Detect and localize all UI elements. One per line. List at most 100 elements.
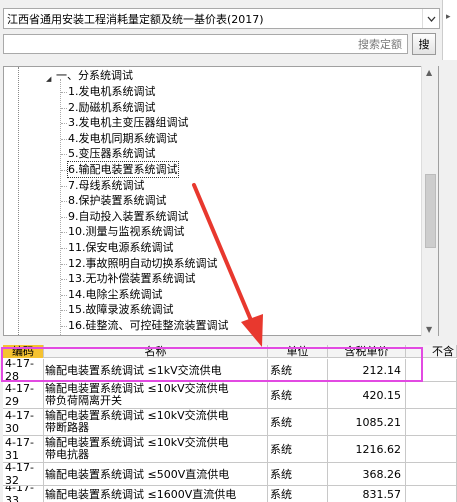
tree-item[interactable]: 14.电除尘系统调试: [68, 287, 163, 302]
cell-name-line: 输配电装置系统调试 ≤1kV交流供电: [45, 363, 222, 377]
scrollbar-thumb[interactable]: [425, 174, 436, 248]
tree-guide-line: [60, 79, 61, 335]
panel-splitter[interactable]: [0, 337, 457, 345]
norm-tree: ◢ 一、分系统调试 1.发电机系统调试 2.励磁机系统调试 3.发电机主变压器组调试…: [3, 66, 439, 336]
cell-name: 输配电装置系统调试 ≤10kV交流供电 带电抗器: [44, 436, 268, 462]
cell-price-excl: [406, 359, 457, 381]
tree-guide-line: [18, 67, 19, 335]
cell-code: 4-17-31: [3, 436, 44, 462]
cell-price-excl: [406, 486, 457, 502]
chevron-down-icon[interactable]: [422, 9, 439, 28]
cell-price: 1216.62: [328, 436, 406, 462]
cell-name-line: 带电抗器: [45, 448, 89, 461]
cell-name-line: 带断路器: [45, 421, 89, 434]
cell-name: 输配电装置系统调试 ≤500V直流供电: [44, 463, 268, 485]
tree-guide-line: [61, 154, 67, 156]
tree-item[interactable]: 2.励磁机系统调试: [68, 100, 156, 115]
tree-item[interactable]: 5.变压器系统调试: [68, 146, 156, 161]
cell-name: 输配电装置系统调试 ≤10kV交流供电 带断路器: [44, 409, 268, 435]
table-row[interactable]: 4-17-32 系统 368.26 输配电装置系统调试 ≤500V直流供电: [3, 463, 457, 486]
cell-unit: 系统: [268, 436, 328, 462]
tree-item[interactable]: 6.输配电装置系统调试: [67, 161, 179, 178]
cell-price: 212.14: [328, 359, 406, 381]
tree-guide-line: [61, 201, 67, 203]
tree-item[interactable]: 10.测量与监视系统调试: [68, 224, 185, 239]
cell-unit: 系统: [268, 382, 328, 408]
cell-unit: 系统: [268, 359, 328, 381]
table-row[interactable]: 4-17-33 系统 831.57 输配电装置系统调试 ≤1600V直流供电: [3, 486, 457, 502]
tree-item[interactable]: 16.硅整流、可控硅整流装置调试: [68, 318, 229, 333]
cell-price-excl: [406, 382, 457, 408]
cell-name-line: 输配电装置系统调试 ≤500V直流供电: [45, 467, 230, 481]
table-row[interactable]: 4-17-30 系统 1085.21 输配电装置系统调试 ≤10kV交流供电 带断路器: [3, 409, 457, 436]
search-input[interactable]: [4, 35, 407, 53]
side-panel-edge: ▸: [442, 0, 457, 60]
table-row[interactable]: 4-17-28 系统 212.14 输配电装置系统调试 ≤1kV交流供电: [3, 359, 457, 382]
tree-guide-line: [61, 92, 67, 93]
cell-unit: 系统: [268, 463, 328, 485]
tree-guide-line: [61, 310, 67, 312]
cell-price: 368.26: [328, 463, 406, 485]
cell-name-line: 输配电装置系统调试 ≤1600V直流供电: [45, 487, 237, 501]
cell-unit: 系统: [268, 486, 328, 502]
tree-guide-line: [61, 232, 67, 234]
search-button[interactable]: 搜: [412, 33, 436, 55]
norm-library-value: 江西省通用安装工程消耗量定额及统一基价表(2017): [7, 12, 264, 26]
table-row[interactable]: 4-17-29 系统 420.15 输配电装置系统调试 ≤10kV交流供电 带负荷隔离开…: [3, 382, 457, 409]
tree-item[interactable]: 7.母线系统调试: [68, 178, 145, 193]
column-header-code[interactable]: 编码: [3, 345, 44, 358]
tree-guide-line: [61, 107, 67, 109]
column-header-name[interactable]: 名称: [44, 345, 268, 358]
column-header-price-excl[interactable]: 不含: [406, 345, 457, 358]
tree-item[interactable]: 13.无功补偿装置系统调试: [68, 271, 196, 286]
cell-price: 831.57: [328, 486, 406, 502]
tree-item[interactable]: 12.事故照明自动切换系统调试: [68, 256, 218, 271]
scroll-up-icon[interactable]: ▲: [426, 68, 432, 77]
table-header: 编码 名称 单位 含税单价 不含: [3, 345, 457, 358]
tree-guide-line: [61, 294, 67, 296]
tree-item[interactable]: 3.发电机主变压器组调试: [68, 115, 189, 130]
tree-guide-line: [61, 326, 67, 327]
cell-name: 输配电装置系统调试 ≤1600V直流供电: [44, 486, 268, 502]
norm-library-select[interactable]: 江西省通用安装工程消耗量定额及统一基价表(2017): [3, 8, 440, 29]
tree-guide-line: [61, 279, 67, 281]
cell-code: 4-17-32: [3, 463, 44, 485]
tree-node-label: 一、分系统调试: [56, 69, 133, 82]
cell-name: 输配电装置系统调试 ≤10kV交流供电 带负荷隔离开关: [44, 382, 268, 408]
norm-table: 编码 名称 单位 含税单价 不含 4-17-28 系统 212.14 输配电装置系统调…: [3, 345, 457, 502]
tree-item[interactable]: 9.自动投入装置系统调试: [68, 209, 189, 224]
tree-guide-line: [61, 170, 67, 171]
chevron-right-icon: ▸: [446, 12, 451, 22]
tree-guide-line: [61, 123, 67, 125]
cell-price-excl: [406, 409, 457, 435]
tree-guide-line: [61, 185, 67, 187]
tree-item[interactable]: 15.故障录波系统调试: [68, 302, 174, 317]
cell-name-line: 带负荷隔离开关: [45, 394, 122, 407]
cell-code: 4-17-29: [3, 382, 44, 408]
tree-guide-line: [61, 248, 67, 249]
cell-code: 4-17-33: [3, 486, 44, 502]
column-header-price[interactable]: 含税单价: [328, 345, 406, 358]
cell-price: 1085.21: [328, 409, 406, 435]
app-window: 江西省通用安装工程消耗量定额及统一基价表(2017) ▸ 搜 ◢ 一、分系统调试…: [0, 0, 457, 502]
tree-item[interactable]: 1.发电机系统调试: [68, 84, 156, 99]
column-header-unit[interactable]: 单位: [268, 345, 328, 358]
tree-guide-line: [61, 138, 67, 140]
tree-item[interactable]: 11.保安电源系统调试: [68, 240, 174, 255]
expanded-triangle-icon: ◢: [46, 75, 52, 83]
tree-scrollbar[interactable]: ▲ ▼: [421, 66, 438, 336]
cell-code: 4-17-30: [3, 409, 44, 435]
cell-price: 420.15: [328, 382, 406, 408]
tree-guide-line: [61, 263, 67, 265]
tree-guide-line: [61, 216, 67, 218]
table-row[interactable]: 4-17-31 系统 1216.62 输配电装置系统调试 ≤10kV交流供电 带电抗器: [3, 436, 457, 463]
search-box[interactable]: [3, 34, 408, 54]
cell-name: 输配电装置系统调试 ≤1kV交流供电: [44, 359, 268, 381]
cell-price-excl: [406, 463, 457, 485]
tree-item[interactable]: 4.发电机同期系统调试: [68, 131, 178, 146]
cell-unit: 系统: [268, 409, 328, 435]
cell-code: 4-17-28: [3, 359, 44, 381]
tree-item[interactable]: 8.保护装置系统调试: [68, 193, 167, 208]
cell-price-excl: [406, 436, 457, 462]
scroll-down-icon[interactable]: ▼: [426, 325, 432, 334]
